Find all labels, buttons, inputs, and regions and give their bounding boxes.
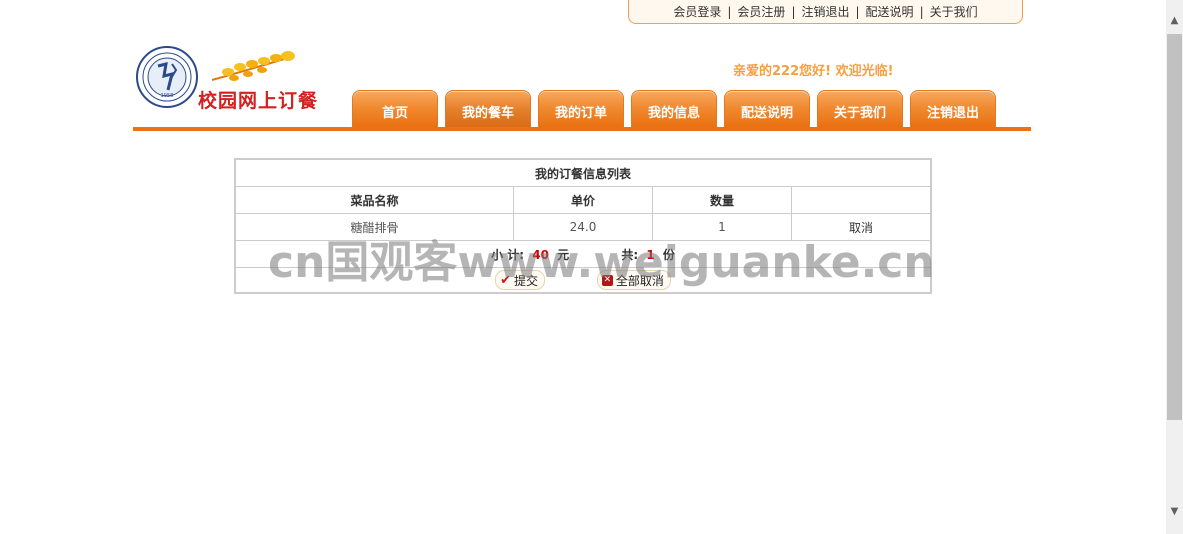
about-us-link[interactable]: 关于我们 bbox=[926, 3, 982, 20]
header-quantity: 数量 bbox=[652, 186, 792, 214]
count-unit: 份 bbox=[662, 247, 675, 262]
separator: | bbox=[919, 4, 924, 19]
subtotal-label: 小 计: bbox=[491, 247, 525, 262]
delivery-info-link[interactable]: 配送说明 bbox=[862, 3, 918, 20]
cancel-item-link[interactable]: 取消 bbox=[849, 221, 873, 235]
tab-my-cart[interactable]: 我的餐车 bbox=[445, 90, 531, 128]
buttons-cell: ✔ 提交 ✕ 全部取消 bbox=[234, 267, 932, 294]
subtotal-value: 40 bbox=[532, 247, 549, 262]
logout-link[interactable]: 注销退出 bbox=[797, 3, 853, 20]
action-cell: 取消 bbox=[791, 213, 932, 241]
header-unit-price: 单价 bbox=[513, 186, 653, 214]
count-label: 共: bbox=[621, 247, 639, 262]
count-value: 1 bbox=[646, 247, 655, 262]
close-icon: ✕ bbox=[601, 274, 613, 286]
site-logo-text: 校园网上订餐 bbox=[198, 90, 319, 112]
check-icon: ✔ bbox=[500, 272, 512, 288]
tab-about-us[interactable]: 关于我们 bbox=[817, 90, 903, 128]
tab-delivery-info[interactable]: 配送说明 bbox=[724, 90, 810, 128]
university-seal-logo: 1958 bbox=[136, 46, 198, 108]
welcome-message: 亲爱的222您好! 欢迎光临! bbox=[733, 64, 894, 79]
price-cell: 24.0 bbox=[513, 213, 653, 241]
tab-home[interactable]: 首页 bbox=[352, 90, 438, 128]
header-dish-name: 菜品名称 bbox=[234, 186, 514, 214]
register-link[interactable]: 会员注册 bbox=[733, 3, 789, 20]
buttons-row: ✔ 提交 ✕ 全部取消 bbox=[234, 267, 932, 294]
top-links-bar: 会员登录 | 会员注册 | 注销退出 | 配送说明 | 关于我们 bbox=[628, 0, 1023, 24]
cancel-all-button[interactable]: ✕ 全部取消 bbox=[596, 270, 671, 290]
totals-cell: 小 计: 40 元 共: 1 份 bbox=[234, 240, 932, 268]
header-action bbox=[791, 186, 932, 214]
separator: | bbox=[855, 4, 860, 19]
login-link[interactable]: 会员登录 bbox=[669, 3, 725, 20]
tab-my-info[interactable]: 我的信息 bbox=[631, 90, 717, 128]
nav-underline bbox=[133, 127, 1031, 131]
scroll-down-arrow-icon[interactable]: ▼ bbox=[1166, 503, 1183, 520]
quantity-cell: 1 bbox=[652, 213, 792, 241]
table-title: 我的订餐信息列表 bbox=[234, 158, 932, 187]
separator: | bbox=[791, 4, 796, 19]
main-nav: 首页 我的餐车 我的订单 我的信息 配送说明 关于我们 注销退出 bbox=[352, 90, 996, 128]
vertical-scrollbar[interactable]: ▲ ▼ bbox=[1166, 0, 1183, 534]
tab-my-orders[interactable]: 我的订单 bbox=[538, 90, 624, 128]
cancel-all-label: 全部取消 bbox=[615, 273, 664, 288]
table-row: 糖醋排骨 24.0 1 取消 bbox=[234, 213, 932, 241]
submit-label: 提交 bbox=[514, 273, 539, 288]
tab-logout[interactable]: 注销退出 bbox=[910, 90, 996, 128]
subtotal-unit: 元 bbox=[557, 247, 570, 262]
count-group: 共: 1 份 bbox=[621, 246, 675, 263]
seal-year: 1958 bbox=[161, 93, 174, 99]
totals-row: 小 计: 40 元 共: 1 份 bbox=[234, 240, 932, 268]
wheat-decoration-icon bbox=[211, 51, 295, 81]
subtotal-group: 小 计: 40 元 bbox=[491, 246, 569, 263]
scroll-up-arrow-icon[interactable]: ▲ bbox=[1166, 12, 1183, 29]
submit-button[interactable]: ✔ 提交 bbox=[495, 270, 546, 290]
scrollbar-thumb[interactable] bbox=[1167, 34, 1182, 420]
order-table: 我的订餐信息列表 菜品名称 单价 数量 糖醋排骨 24.0 1 取消 小 计: … bbox=[234, 158, 932, 294]
dish-name-cell: 糖醋排骨 bbox=[234, 213, 514, 241]
separator: | bbox=[727, 4, 732, 19]
page: 会员登录 | 会员注册 | 注销退出 | 配送说明 | 关于我们 1958 校园… bbox=[0, 0, 1183, 534]
table-title-row: 我的订餐信息列表 bbox=[234, 158, 932, 187]
table-header-row: 菜品名称 单价 数量 bbox=[234, 186, 932, 214]
